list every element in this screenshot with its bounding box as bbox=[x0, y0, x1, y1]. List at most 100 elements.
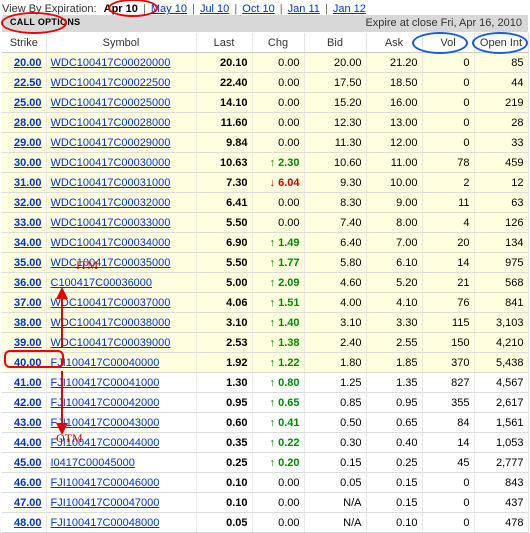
strike-link[interactable]: 46.00 bbox=[14, 477, 42, 489]
column-header-last[interactable]: Last bbox=[196, 33, 253, 53]
chg-cell: 0.00 bbox=[252, 512, 305, 533]
strike-link[interactable]: 32.00 bbox=[14, 197, 42, 209]
vol-cell: 76 bbox=[422, 292, 475, 313]
last-cell: 5.50 bbox=[196, 252, 253, 273]
vol-cell: 0 bbox=[422, 72, 475, 93]
strike-link[interactable]: 37.00 bbox=[14, 297, 42, 309]
vol-cell: 0 bbox=[422, 472, 475, 493]
strike-link[interactable]: 30.00 bbox=[14, 157, 42, 169]
chg-cell: ↑ 1.49 bbox=[252, 232, 305, 253]
symbol-link[interactable]: WDC100417C00020000 bbox=[51, 57, 171, 69]
arrow-up-icon: ↑ bbox=[269, 336, 279, 349]
symbol-cell: WDC100417C00033000 bbox=[46, 212, 197, 233]
strike-link[interactable]: 39.00 bbox=[14, 337, 42, 349]
ask-cell: 0.65 bbox=[366, 412, 423, 433]
symbol-link[interactable]: WDC100417C00034000 bbox=[51, 237, 171, 249]
open-int-cell: 437 bbox=[474, 492, 529, 513]
expiration-link-jan11[interactable]: Jan 11 bbox=[288, 3, 320, 15]
table-row-strike-22-50: 22.50 WDC100417C00022500 22.40 0.00 17.5… bbox=[2, 72, 529, 93]
bid-cell: 3.10 bbox=[304, 312, 367, 333]
symbol-link[interactable]: WDC100417C00031000 bbox=[51, 177, 171, 189]
chg-value: 2.30 bbox=[278, 156, 300, 169]
strike-link[interactable]: 44.00 bbox=[14, 437, 42, 449]
chg-value: 2.09 bbox=[278, 276, 300, 289]
strike-link[interactable]: 28.00 bbox=[14, 117, 42, 129]
chg-cell: ↑ 1.38 bbox=[252, 332, 305, 353]
column-header-chg[interactable]: Chg bbox=[252, 33, 305, 53]
strike-link[interactable]: 36.00 bbox=[14, 277, 42, 289]
ask-cell: 3.30 bbox=[366, 312, 423, 333]
open-int-cell: 5,438 bbox=[474, 352, 529, 373]
last-cell: 0.35 bbox=[196, 432, 253, 453]
chg-value: 1.22 bbox=[278, 356, 300, 369]
table-row-strike-20-00: 20.00 WDC100417C00020000 20.10 0.00 20.0… bbox=[2, 52, 529, 73]
symbol-link[interactable]: WDC100417C00032000 bbox=[51, 197, 171, 209]
ask-cell: 0.25 bbox=[366, 452, 423, 473]
column-header-strike[interactable]: Strike bbox=[2, 33, 47, 53]
ask-cell: 8.00 bbox=[366, 212, 423, 233]
open-int-cell: 63 bbox=[474, 192, 529, 213]
last-cell: 1.92 bbox=[196, 352, 253, 373]
strike-link[interactable]: 31.00 bbox=[14, 177, 42, 189]
chg-cell: ↓ 6.04 bbox=[252, 172, 305, 193]
open-int-cell: 28 bbox=[474, 112, 529, 133]
open-int-cell: 843 bbox=[474, 472, 529, 493]
bid-cell: 10.60 bbox=[304, 152, 367, 173]
arrow-up-icon: ↑ bbox=[269, 436, 279, 449]
last-cell: 5.00 bbox=[196, 272, 253, 293]
ask-cell: 18.50 bbox=[366, 72, 423, 93]
symbol-link[interactable]: WDC100417C00025000 bbox=[51, 97, 171, 109]
strike-link[interactable]: 22.50 bbox=[14, 77, 42, 89]
last-cell: 4.06 bbox=[196, 292, 253, 313]
strike-link[interactable]: 25.00 bbox=[14, 97, 42, 109]
symbol-link[interactable]: WDC100417C00033000 bbox=[51, 217, 171, 229]
chg-value: 6.04 bbox=[278, 176, 300, 189]
symbol-link[interactable]: FJI100417C00046000 bbox=[51, 477, 160, 489]
strike-link[interactable]: 43.00 bbox=[14, 417, 42, 429]
strike-link[interactable]: 29.00 bbox=[14, 137, 42, 149]
open-int-cell: 44 bbox=[474, 72, 529, 93]
table-row-strike-46-00: 46.00 FJI100417C00046000 0.10 0.00 0.05 … bbox=[2, 472, 529, 493]
symbol-link[interactable]: WDC100417C00022500 bbox=[51, 77, 171, 89]
bid-cell: 1.80 bbox=[304, 352, 367, 373]
column-header-symbol[interactable]: Symbol bbox=[46, 33, 197, 53]
symbol-link[interactable]: FJI100417C00047000 bbox=[51, 497, 160, 509]
symbol-link[interactable]: WDC100417C00030000 bbox=[51, 157, 171, 169]
call-options-table: Strike Symbol Last Chg Bid Ask Vol Open … bbox=[2, 33, 529, 533]
strike-link[interactable]: 48.00 bbox=[14, 517, 42, 529]
strike-link[interactable]: 45.00 bbox=[14, 457, 42, 469]
strike-link[interactable]: 41.00 bbox=[14, 377, 42, 389]
last-cell: 7.30 bbox=[196, 172, 253, 193]
strike-link[interactable]: 47.00 bbox=[14, 497, 42, 509]
expiration-link-jan12[interactable]: Jan 12 bbox=[333, 3, 366, 15]
symbol-link[interactable]: WDC100417C00029000 bbox=[51, 137, 171, 149]
symbol-link[interactable]: FJI100417C00048000 bbox=[51, 517, 160, 529]
chg-value: 1.38 bbox=[278, 336, 300, 349]
strike-link[interactable]: 20.00 bbox=[14, 57, 42, 69]
symbol-link[interactable]: I0417C00045000 bbox=[51, 457, 135, 469]
strike-link[interactable]: 38.00 bbox=[14, 317, 42, 329]
open-int-cell: 33 bbox=[474, 132, 529, 153]
expiration-link-oct10[interactable]: Oct 10 bbox=[242, 3, 274, 15]
open-int-cell: 4,567 bbox=[474, 372, 529, 393]
table-row-strike-29-00: 29.00 WDC100417C00029000 9.84 0.00 11.30… bbox=[2, 132, 529, 153]
strike-link[interactable]: 35.00 bbox=[14, 257, 42, 269]
last-cell: 0.05 bbox=[196, 512, 253, 533]
bid-cell: 0.15 bbox=[304, 452, 367, 473]
column-header-bid[interactable]: Bid bbox=[304, 33, 367, 53]
last-cell: 0.10 bbox=[196, 472, 253, 493]
chg-cell: ↑ 1.22 bbox=[252, 352, 305, 373]
arrow-up-icon: ↑ bbox=[269, 396, 279, 409]
chg-cell: ↑ 1.77 bbox=[252, 252, 305, 273]
symbol-cell: WDC100417C00030000 bbox=[46, 152, 197, 173]
bid-cell: 5.80 bbox=[304, 252, 367, 273]
symbol-link[interactable]: WDC100417C00028000 bbox=[51, 117, 171, 129]
vol-cell: 2 bbox=[422, 172, 475, 193]
expiration-link-jul10[interactable]: Jul 10 bbox=[200, 3, 229, 15]
strike-link[interactable]: 33.00 bbox=[14, 217, 42, 229]
strike-cell: 32.00 bbox=[2, 192, 47, 213]
symbol-link[interactable]: WDC100417C00035000 bbox=[51, 257, 171, 269]
strike-link[interactable]: 34.00 bbox=[14, 237, 42, 249]
strike-link[interactable]: 42.00 bbox=[14, 397, 42, 409]
separator: | bbox=[279, 3, 283, 15]
